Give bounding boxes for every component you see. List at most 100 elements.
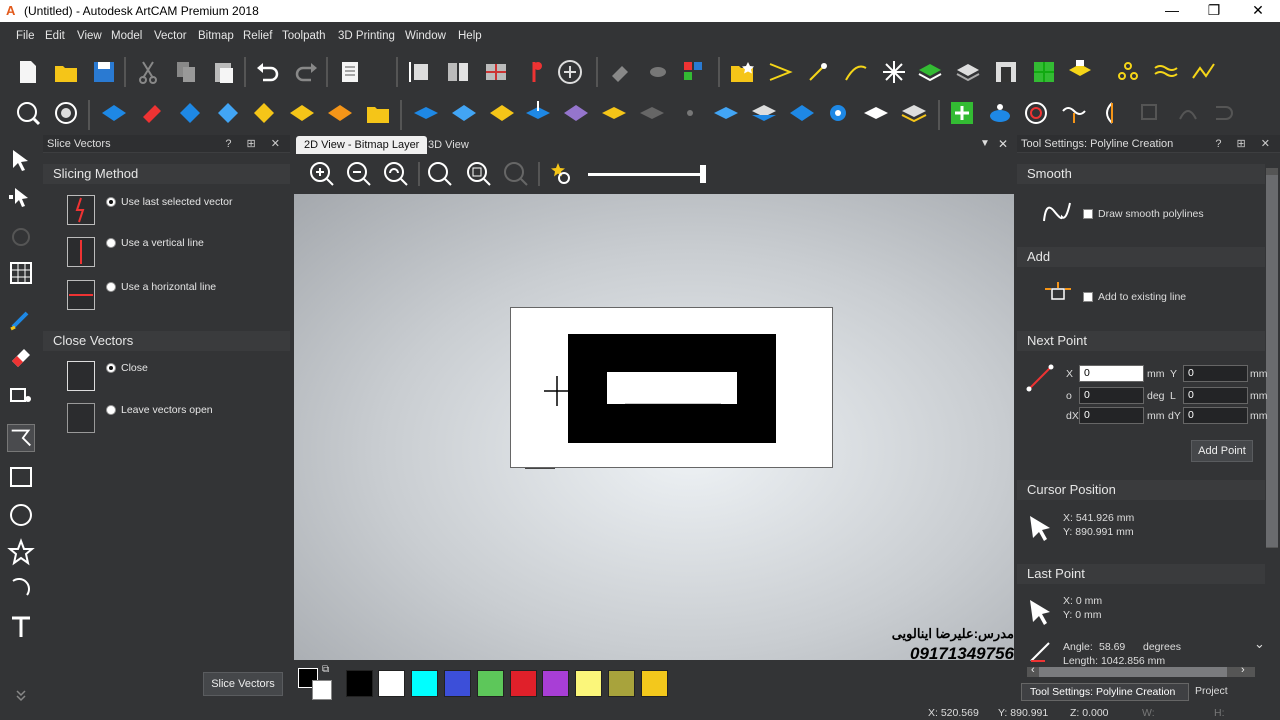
smooth-checkbox[interactable] [1083, 209, 1093, 219]
swatch-white[interactable] [378, 670, 405, 697]
dot-icon[interactable] [676, 99, 704, 127]
yellow-layer-icon[interactable] [1066, 58, 1094, 86]
layers-stack-icon[interactable] [900, 99, 928, 127]
blue-diamond-icon[interactable] [100, 99, 128, 127]
radio-last-vector[interactable] [106, 197, 116, 207]
scrollbar-thumb[interactable] [1266, 175, 1278, 547]
save-icon[interactable] [90, 58, 118, 86]
stripes-icon[interactable] [488, 99, 516, 127]
swatch-red[interactable] [510, 670, 537, 697]
add-existing-checkbox[interactable] [1083, 292, 1093, 302]
menu-model[interactable]: Model [111, 30, 142, 42]
radio-vertical-line[interactable] [106, 238, 116, 248]
redo-icon[interactable] [292, 58, 320, 86]
swatch-gold[interactable] [641, 670, 668, 697]
wave-lines-icon[interactable] [1152, 58, 1180, 86]
model-size-icon[interactable] [406, 58, 434, 86]
mask-icon[interactable] [644, 58, 672, 86]
panel-controls[interactable]: ? ⊞ ✕ [225, 137, 286, 150]
length-input[interactable]: 0 [1183, 387, 1248, 404]
curve-disabled-icon[interactable] [1174, 99, 1202, 127]
select-arrow-icon[interactable] [7, 147, 35, 175]
arrow-right-icon[interactable] [766, 58, 794, 86]
dx-input[interactable]: 0 [1079, 407, 1144, 424]
star-burst-icon[interactable] [880, 58, 908, 86]
mesh-icon[interactable] [7, 259, 35, 287]
tab-2d-view[interactable]: 2D View - Bitmap Layer [296, 136, 428, 154]
zoom-slider-thumb[interactable] [700, 165, 706, 183]
guide-icon[interactable] [520, 58, 548, 86]
extrude-icon[interactable] [176, 99, 204, 127]
radio-horizontal-line[interactable] [106, 282, 116, 292]
dy-input[interactable]: 0 [1183, 407, 1248, 424]
menu-view[interactable]: View [77, 30, 102, 42]
model-sheet[interactable] [510, 307, 833, 469]
white-inner-rect[interactable] [607, 372, 737, 404]
minimize-button[interactable]: — [1152, 2, 1192, 18]
blue-stack-icon[interactable] [712, 99, 740, 127]
slice-vectors-button[interactable]: Slice Vectors [203, 672, 283, 696]
orange-cluster-icon[interactable] [326, 99, 354, 127]
zoom-fit-icon[interactable] [465, 160, 493, 188]
layer-stack-icon[interactable] [750, 99, 778, 127]
wave-tool-icon[interactable] [1060, 99, 1088, 127]
fillet-disabled-icon[interactable] [1210, 99, 1238, 127]
swatch-cyan[interactable] [411, 670, 438, 697]
sparkle-icon[interactable] [804, 58, 832, 86]
folder-star-icon[interactable] [728, 58, 756, 86]
zoom-previous-icon[interactable] [382, 160, 410, 188]
spiral-target-icon[interactable] [1022, 99, 1050, 127]
snap-icon[interactable] [556, 58, 584, 86]
add-point-button[interactable]: Add Point [1191, 440, 1253, 462]
frame-icon[interactable] [992, 58, 1020, 86]
menu-window[interactable]: Window [405, 30, 446, 42]
menu-bitmap[interactable]: Bitmap [198, 30, 234, 42]
menu-relief[interactable]: Relief [243, 30, 272, 42]
slice-line[interactable] [625, 403, 721, 404]
layers-icon[interactable] [954, 58, 982, 86]
menu-toolpath[interactable]: Toolpath [282, 30, 325, 42]
bezier-icon[interactable] [1098, 99, 1126, 127]
radio-leave-open[interactable] [106, 405, 116, 415]
tab-tool-settings[interactable]: Tool Settings: Polyline Creation [1021, 683, 1189, 701]
close-window-button[interactable]: ✕ [1238, 2, 1278, 19]
folder-star-2-icon[interactable] [364, 99, 392, 127]
swatch-olive[interactable] [608, 670, 635, 697]
add-plus-icon[interactable] [948, 99, 976, 127]
mirror-icon[interactable] [444, 58, 472, 86]
white-diamond-icon[interactable] [862, 99, 890, 127]
red-eraser-icon[interactable] [138, 99, 166, 127]
cut-icon[interactable] [134, 58, 162, 86]
chevron-down-icon[interactable]: ⌄ [1254, 636, 1265, 652]
swatch-black[interactable] [346, 670, 373, 697]
panel-controls[interactable]: ? ⊞ ✕ [1215, 137, 1276, 150]
blue-plane-icon[interactable] [412, 99, 440, 127]
tab-project[interactable]: Project [1189, 683, 1235, 701]
spin-icon[interactable] [214, 99, 242, 127]
radio-close[interactable] [106, 363, 116, 373]
close-view-icon[interactable]: ✕ [998, 137, 1008, 151]
polyline-tool-icon[interactable] [7, 424, 35, 452]
highlight-zoom-icon[interactable] [548, 160, 576, 188]
text-tool-icon[interactable] [7, 613, 35, 641]
arc-tool-icon[interactable] [7, 575, 35, 603]
zoom-slider-track[interactable] [588, 173, 702, 176]
zoom-selection-icon[interactable] [502, 160, 530, 188]
blue-block-icon[interactable] [788, 99, 816, 127]
zoom-relief-icon[interactable] [14, 99, 42, 127]
maximize-button[interactable]: ❐ [1194, 2, 1234, 19]
texture-icon[interactable] [562, 99, 590, 127]
rectangle-tool-icon[interactable] [7, 463, 35, 491]
tab-3d-view[interactable]: 3D View [420, 136, 477, 154]
tabs-dropdown-icon[interactable]: ▼ [980, 138, 990, 149]
scroll-left-icon[interactable]: ‹ [1031, 664, 1035, 676]
grid-icon[interactable] [482, 58, 510, 86]
green-layer-icon[interactable] [916, 58, 944, 86]
menu-3d-printing[interactable]: 3D Printing [338, 30, 395, 42]
zoom-out-icon[interactable] [345, 160, 373, 188]
secondary-colour[interactable] [312, 680, 332, 700]
expand-more-icon[interactable] [7, 681, 35, 709]
swatch-light-yellow[interactable] [575, 670, 602, 697]
node-points-icon[interactable] [1114, 58, 1142, 86]
split-diamond-icon[interactable] [450, 99, 478, 127]
